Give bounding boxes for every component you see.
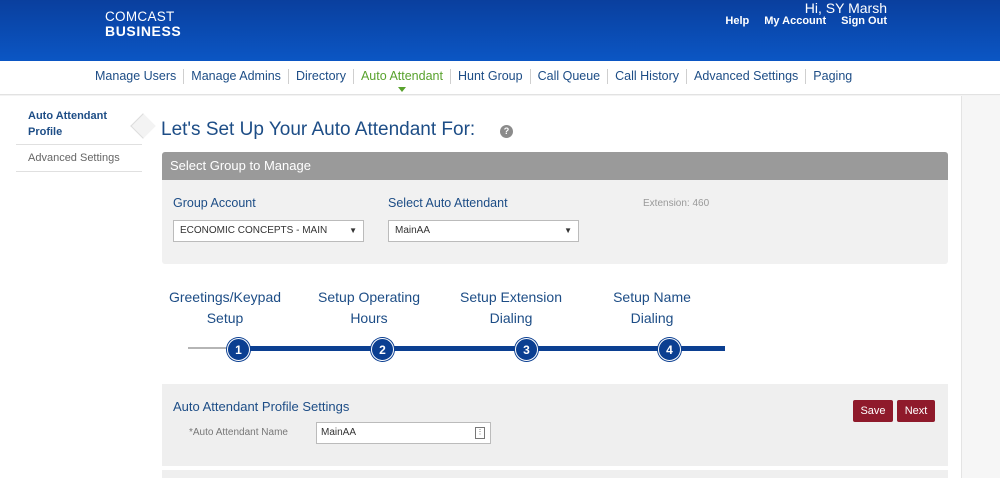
auto-attendant-name-label: *Auto Attendant Name — [189, 427, 288, 438]
auto-attendant-value: MainAA — [395, 225, 431, 236]
select-group-panel: Select Group to Manage — [162, 152, 948, 264]
group-account-value: ECONOMIC CONCEPTS - MAIN — [180, 225, 328, 236]
auto-attendant-name-value: MainAA — [321, 427, 357, 438]
profile-settings-panel — [162, 384, 948, 466]
sidebar-item-advanced-settings[interactable]: Advanced Settings — [16, 148, 142, 172]
dropdown-arrow-icon: ▼ — [564, 226, 572, 235]
next-button[interactable]: Next — [897, 400, 935, 422]
auto-attendant-name-input[interactable]: MainAA ⋮ — [316, 422, 491, 444]
sign-out-link[interactable]: Sign Out — [826, 15, 887, 27]
sidebar: Auto Attendant Profile Advanced Settings — [0, 96, 148, 478]
step-4-label[interactable]: Setup Name Dialing — [587, 287, 717, 329]
auto-attendant-select[interactable]: MainAA ▼ — [388, 220, 579, 242]
logo-line2: BUSINESS — [105, 23, 182, 39]
page-title: Let's Set Up Your Auto Attendant For: — [161, 119, 476, 140]
nav-paging[interactable]: Paging — [805, 69, 859, 84]
step-1-label[interactable]: Greetings/Keypad Setup — [160, 287, 290, 329]
nav-call-history[interactable]: Call History — [607, 69, 686, 84]
nav-directory[interactable]: Directory — [287, 69, 353, 84]
step-2-label[interactable]: Setup Operating Hours — [304, 287, 434, 329]
nav-advanced-settings[interactable]: Advanced Settings — [686, 69, 805, 84]
step-3-circle[interactable]: 3 — [515, 338, 538, 361]
my-account-link[interactable]: My Account — [749, 15, 826, 27]
sidebar-item-auto-attendant-profile[interactable]: Auto Attendant Profile — [16, 108, 142, 145]
profile-settings-title: Auto Attendant Profile Settings — [173, 399, 350, 414]
step-1-line1: Greetings/Keypad — [168, 289, 282, 305]
step-1-circle[interactable]: 1 — [227, 338, 250, 361]
account-links: Help My Account Sign Out — [710, 15, 887, 27]
help-link[interactable]: Help — [710, 15, 749, 27]
step-1-line2: Setup — [206, 310, 244, 326]
comcast-business-logo[interactable]: COMCAST BUSINESS — [105, 9, 182, 39]
keyboard-icon: ⋮ — [475, 427, 485, 439]
main-nav: Manage Users Manage Admins Directory Aut… — [0, 61, 1000, 95]
next-panel-edge — [162, 470, 948, 478]
step-4-circle[interactable]: 4 — [658, 338, 681, 361]
step-3-line2: Dialing — [489, 310, 533, 326]
top-header: COMCAST BUSINESS Hi, SY Marsh Help My Ac… — [0, 0, 1000, 61]
step-2-line2: Hours — [350, 310, 388, 326]
dropdown-arrow-icon: ▼ — [349, 226, 357, 235]
group-account-select[interactable]: ECONOMIC CONCEPTS - MAIN ▼ — [173, 220, 364, 242]
step-4-line2: Dialing — [630, 310, 674, 326]
panel-header: Select Group to Manage — [162, 152, 948, 180]
group-account-label: Group Account — [173, 196, 256, 210]
step-3-label[interactable]: Setup Extension Dialing — [446, 287, 576, 329]
nav-auto-attendant[interactable]: Auto Attendant — [352, 69, 450, 92]
select-auto-attendant-label: Select Auto Attendant — [388, 196, 508, 210]
progress-track — [238, 346, 725, 351]
step-4-line1: Setup Name — [613, 289, 691, 305]
question-circle-icon[interactable]: ? — [500, 125, 513, 138]
extension-text: Extension: 460 — [643, 198, 710, 209]
step-2-circle[interactable]: 2 — [371, 338, 394, 361]
step-3-line1: Setup Extension — [460, 289, 562, 305]
nav-manage-users[interactable]: Manage Users — [88, 69, 183, 84]
nav-hunt-group[interactable]: Hunt Group — [449, 69, 530, 84]
right-gutter — [961, 96, 1000, 478]
step-2-line1: Setup Operating — [318, 289, 420, 305]
nav-call-queue[interactable]: Call Queue — [529, 69, 608, 84]
user-greeting: Hi, SY Marsh — [804, 0, 887, 16]
save-button[interactable]: Save — [853, 400, 893, 422]
nav-manage-admins[interactable]: Manage Admins — [183, 69, 288, 84]
logo-line1: COMCAST — [105, 9, 175, 24]
